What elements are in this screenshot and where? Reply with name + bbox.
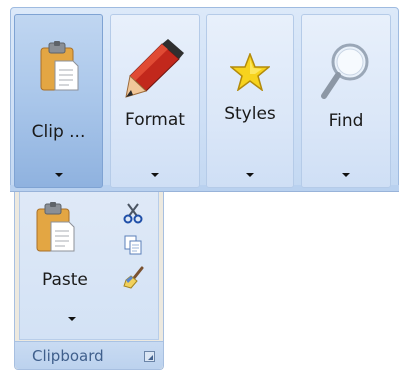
paste-label: Paste bbox=[42, 270, 88, 290]
dropdown-arrow-icon bbox=[68, 317, 76, 321]
cut-icon[interactable] bbox=[122, 202, 144, 224]
paste-button[interactable]: Paste bbox=[20, 192, 112, 340]
copy-icon[interactable] bbox=[122, 234, 144, 256]
ribbon-group-label: Styles bbox=[224, 104, 276, 124]
ribbon-group-find[interactable]: Find bbox=[301, 14, 391, 188]
clipboard-popup-body: Paste bbox=[19, 192, 159, 340]
star-icon bbox=[230, 53, 270, 91]
ribbon-group-format[interactable]: Format bbox=[110, 14, 200, 188]
ribbon-group-clipboard[interactable]: Clip ... bbox=[14, 14, 103, 188]
ribbon-screenshot: Clip ... Format Styles Find Paste Clipbo… bbox=[0, 0, 409, 372]
ribbon-group-styles[interactable]: Styles bbox=[206, 14, 294, 188]
dialog-launcher-icon[interactable] bbox=[144, 351, 155, 362]
dropdown-arrow-icon bbox=[54, 173, 63, 177]
pencil-icon bbox=[125, 39, 184, 98]
format-painter-icon[interactable] bbox=[122, 266, 146, 290]
clipboard-popup-footer: Clipboard bbox=[15, 341, 163, 369]
ribbon-group-label: Find bbox=[328, 111, 364, 131]
magnifier-icon bbox=[321, 43, 369, 99]
dropdown-arrow-icon bbox=[246, 173, 254, 177]
ribbon-group-label: Format bbox=[125, 110, 185, 130]
clipboard-popup: Paste Clipboard bbox=[14, 192, 164, 370]
group-title: Clipboard bbox=[32, 347, 104, 365]
paste-icon bbox=[36, 202, 75, 252]
ribbon-group-label: Clip ... bbox=[31, 122, 86, 142]
dropdown-arrow-icon bbox=[151, 173, 159, 177]
clipboard-icon bbox=[40, 41, 78, 91]
dropdown-arrow-icon bbox=[342, 173, 350, 177]
